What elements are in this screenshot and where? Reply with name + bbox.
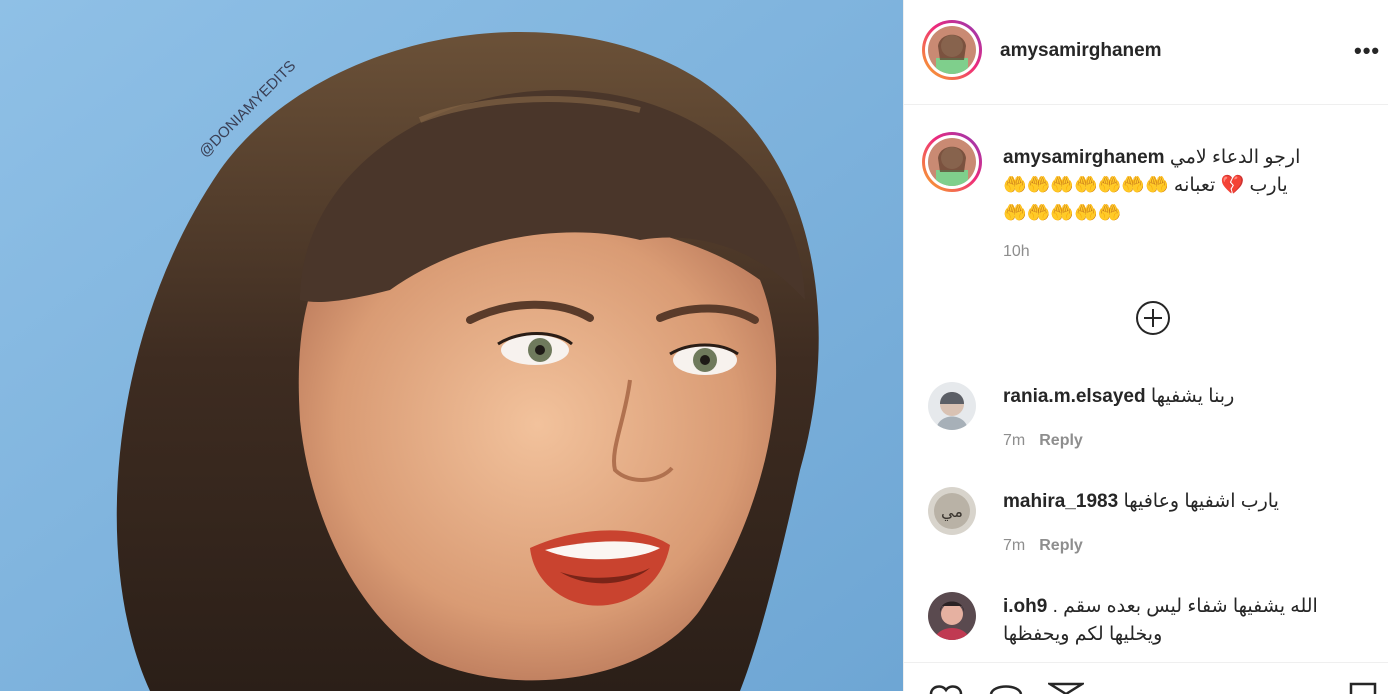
more-options-icon[interactable]: ••• xyxy=(1354,38,1380,64)
post-header: amysamirghanem ••• xyxy=(904,0,1388,105)
caption-avatar-ring[interactable] xyxy=(922,132,982,192)
comment-username[interactable]: i.oh9 xyxy=(1003,596,1047,617)
comment-timestamp: 7m xyxy=(1003,432,1026,449)
comment-meta: 7m Reply xyxy=(1003,537,1083,555)
avatar xyxy=(928,26,976,74)
author-username[interactable]: amysamirghanem xyxy=(1000,40,1162,62)
comment-username[interactable]: rania.m.elsayed xyxy=(1003,386,1146,407)
heart-icon[interactable] xyxy=(928,681,964,699)
bookmark-icon[interactable] xyxy=(1348,681,1378,699)
post-caption: amysamirghanem ارجو الدعاء لامي يارب 💔 ت… xyxy=(1003,144,1343,228)
portrait-photo: @DONIAMYEDITS xyxy=(0,0,903,691)
comment-timestamp: 7m xyxy=(1003,537,1026,554)
post-image[interactable]: @DONIAMYEDITS xyxy=(0,0,903,691)
comment-text: ربنا يشفيها xyxy=(1150,386,1235,407)
caption-timestamp: 10h xyxy=(1003,243,1030,260)
share-icon[interactable] xyxy=(1045,681,1087,699)
caption-line-1: ارجو الدعاء لامي xyxy=(1169,147,1301,168)
avatar xyxy=(928,138,976,186)
post-side-panel: amysamirghanem ••• amysamirghanem ارجو ا… xyxy=(903,0,1388,696)
comment-icon[interactable] xyxy=(988,681,1024,699)
comment-text: الله يشفيها شفاء ليس بعده سقم . xyxy=(1052,596,1318,617)
post-actions xyxy=(904,662,1388,696)
commenter-avatar[interactable] xyxy=(928,382,976,430)
commenter-avatar[interactable] xyxy=(928,592,976,640)
comment-text-line-2: ويخليها لكم ويحفظها xyxy=(1003,624,1163,645)
comment-item: rania.m.elsayed ربنا يشفيها xyxy=(1003,383,1353,411)
svg-text:مي: مي xyxy=(941,502,963,522)
plus-circle-icon[interactable] xyxy=(1135,300,1171,336)
comment-item: i.oh9 الله يشفيها شفاء ليس بعده سقم . وي… xyxy=(1003,593,1353,649)
reply-button[interactable]: Reply xyxy=(1039,432,1083,449)
caption-line-3: 🤲🤲🤲🤲🤲 xyxy=(1003,203,1122,224)
caption-username[interactable]: amysamirghanem xyxy=(1003,147,1165,168)
commenter-avatar[interactable]: مي xyxy=(928,487,976,535)
comment-meta: 7m Reply xyxy=(1003,432,1083,450)
comment-username[interactable]: mahira_1983 xyxy=(1003,491,1118,512)
caption-line-2: يارب 💔 تعبانه 🤲🤲🤲🤲🤲🤲🤲 xyxy=(1003,175,1288,196)
author-avatar-ring[interactable] xyxy=(922,20,982,80)
comment-text: يارب اشفيها وعافيها xyxy=(1123,491,1279,512)
reply-button[interactable]: Reply xyxy=(1039,537,1083,554)
comment-item: mahira_1983 يارب اشفيها وعافيها xyxy=(1003,488,1353,516)
